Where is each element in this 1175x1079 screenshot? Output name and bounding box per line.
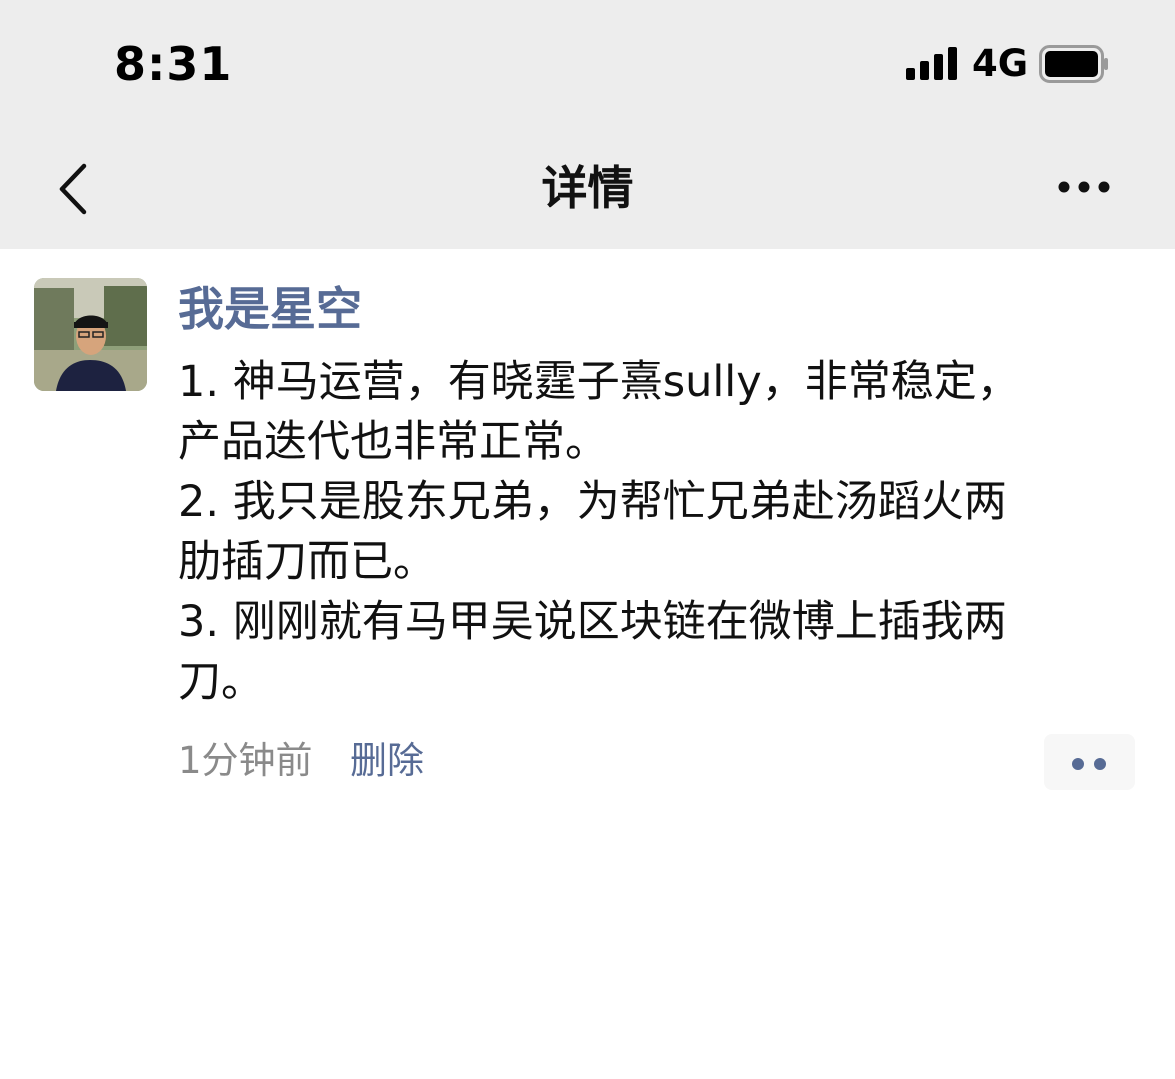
post-timestamp: 1分钟前: [178, 739, 313, 782]
post-line: 1. 神马运营，有晓霆子熹sully，非常稳定，: [178, 357, 1020, 407]
network-type: 4G: [972, 42, 1029, 85]
post-text: 1. 神马运营，有晓霆子熹sully，非常稳定， 产品迭代也非常正常。 2. 我…: [178, 352, 1138, 712]
post-line: 刀。: [178, 657, 264, 707]
battery-icon: [1039, 45, 1108, 83]
post-line: 3. 刚刚就有马甲吴说区块链在微博上插我两: [178, 597, 1007, 647]
comment-button[interactable]: [1044, 734, 1135, 790]
post-line: 2. 我只是股东兄弟，为帮忙兄弟赴汤蹈火两: [178, 477, 1007, 527]
top-bar: 8:31 4G 详情: [0, 0, 1175, 249]
comment-dots-icon: [1072, 758, 1084, 770]
delete-link[interactable]: 删除: [350, 736, 424, 786]
comment-dots-icon: [1094, 758, 1106, 770]
avatar[interactable]: [34, 278, 147, 391]
avatar-photo-icon: [34, 278, 147, 391]
cellular-signal-icon: [906, 47, 960, 80]
status-time: 8:31: [114, 37, 233, 91]
post-line: 产品迭代也非常正常。: [178, 417, 608, 467]
page-title: 详情: [541, 161, 634, 215]
more-icon[interactable]: [1052, 170, 1116, 204]
author-name[interactable]: 我是星空: [178, 280, 362, 338]
post-line: 肋插刀而已。: [178, 537, 436, 587]
